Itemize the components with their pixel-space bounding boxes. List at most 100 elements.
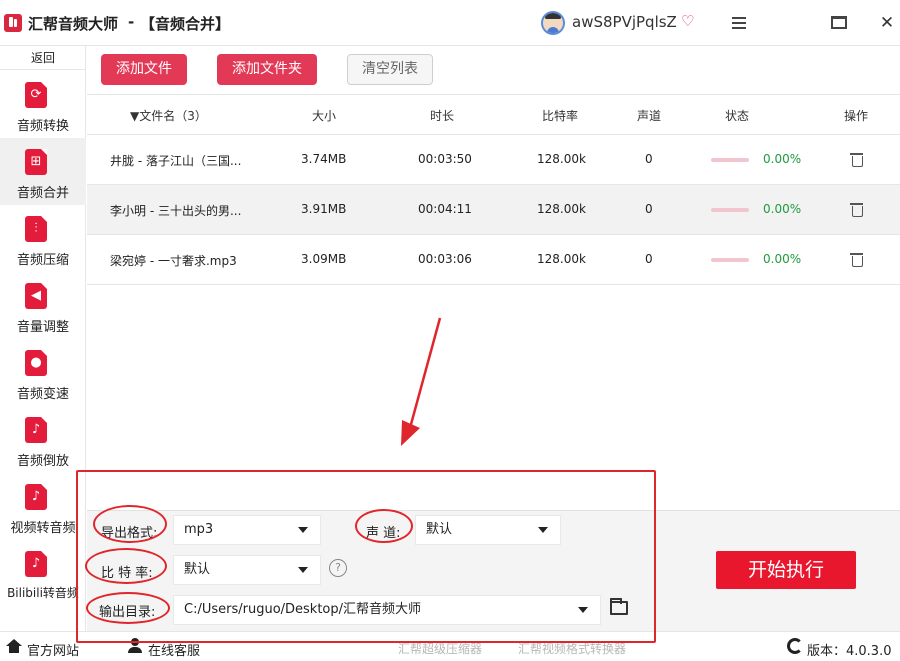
bitrate-label: 比 特 率: bbox=[101, 566, 153, 581]
back-button[interactable]: 返回 bbox=[0, 46, 86, 70]
cell-bitrate: 128.00k bbox=[537, 252, 586, 266]
status-percent: 0.00% bbox=[763, 202, 802, 216]
format-select[interactable]: mp3 bbox=[173, 515, 321, 545]
output-path-value: C:/Users/ruguo/Desktop/汇帮音频大师 bbox=[184, 602, 422, 617]
header-bitrate: 比特率 bbox=[542, 109, 579, 123]
sidebar-item-3[interactable]: ⫶ 音频压缩 bbox=[0, 205, 86, 272]
sidebar-item-4[interactable]: ◀ 音量调整 bbox=[0, 272, 86, 339]
sidebar-item-5[interactable]: ● 音频变速 bbox=[0, 339, 86, 406]
sidebar: 返回 ⟳ 音频转换 ⊞ 音频合并 ⫶ 音频压缩 ◀ 音量调整 ● 音频变速 ♪ 音频倒放 ♪ 视频转音频 ♪… bbox=[0, 46, 86, 631]
title-separator: - bbox=[128, 13, 135, 31]
volume-icon: ◀ bbox=[25, 283, 47, 309]
table-row[interactable]: 梁宛婷 - 一寸奢求.mp3 3.09MB 00:03:06 128.00k 0 0.00… bbox=[87, 235, 900, 285]
cell-channels: 0 bbox=[645, 202, 653, 216]
header-size: 大小 bbox=[312, 109, 337, 123]
sidebar-item-8[interactable]: ♪ Bilibili转音频 bbox=[0, 540, 86, 607]
chevron-down-icon bbox=[578, 607, 588, 613]
status-percent: 0.00% bbox=[763, 152, 802, 166]
sidebar-item-label: 音频变速 bbox=[16, 387, 69, 402]
cell-bitrate: 128.00k bbox=[537, 152, 586, 166]
promo-compressor-link[interactable]: 汇帮超级压缩器 bbox=[398, 640, 482, 657]
refresh-icon[interactable] bbox=[787, 638, 803, 654]
start-button[interactable]: 开始执行 bbox=[716, 551, 856, 589]
microphone-icon: ● bbox=[25, 350, 47, 376]
progress-bar bbox=[711, 208, 749, 212]
home-icon[interactable] bbox=[6, 639, 22, 654]
progress-bar bbox=[711, 258, 749, 262]
support-icon[interactable] bbox=[127, 638, 143, 654]
cell-size: 3.09MB bbox=[301, 252, 347, 266]
sidebar-item-label: 音频压缩 bbox=[16, 253, 69, 268]
user-avatar[interactable] bbox=[541, 11, 565, 35]
trash-icon[interactable] bbox=[850, 252, 863, 267]
output-path-field[interactable]: C:/Users/ruguo/Desktop/汇帮音频大师 bbox=[173, 595, 601, 625]
app-logo-icon bbox=[4, 14, 22, 32]
sidebar-item-label: 音量调整 bbox=[16, 320, 69, 335]
cell-duration: 00:04:11 bbox=[418, 202, 472, 216]
bitrate-select[interactable]: 默认 bbox=[173, 555, 321, 585]
username[interactable]: awS8PVjPqlsZ bbox=[572, 13, 677, 31]
table-row[interactable]: 井胧 - 落子江山（三国... 3.74MB 00:03:50 128.00k 0 0.0… bbox=[87, 135, 900, 185]
audio-compress-icon: ⫶ bbox=[25, 216, 47, 242]
sidebar-item-7[interactable]: ♪ 视频转音频 bbox=[0, 473, 86, 540]
chevron-down-icon bbox=[298, 527, 308, 533]
close-icon[interactable]: ✕ bbox=[874, 10, 900, 36]
sidebar-item-label: 视频转音频 bbox=[10, 521, 76, 536]
cell-channels: 0 bbox=[645, 152, 653, 166]
add-folder-button[interactable]: 添加文件夹 bbox=[217, 54, 317, 85]
sidebar-item-2[interactable]: ⊞ 音频合并 bbox=[0, 138, 86, 205]
cell-duration: 00:03:06 bbox=[418, 252, 472, 266]
sidebar-item-1[interactable]: ⟳ 音频转换 bbox=[0, 71, 86, 138]
status-bar: 官方网站 在线客服 汇帮超级压缩器 汇帮视频格式转换器 版本：4.0.3.0 bbox=[0, 631, 900, 661]
format-label: 导出格式: bbox=[101, 526, 158, 541]
settings-panel: 导出格式: mp3 声 道: 默认 比 特 率: 默认 ? 输出目录: C:/U… bbox=[87, 510, 900, 631]
cell-name: 李小明 - 三十出头的男... bbox=[110, 204, 242, 218]
trash-icon[interactable] bbox=[850, 152, 863, 167]
header-channels: 声道 bbox=[637, 109, 662, 123]
audio-merge-icon: ⊞ bbox=[25, 149, 47, 175]
trash-icon[interactable] bbox=[850, 202, 863, 217]
output-label: 输出目录: bbox=[99, 605, 156, 620]
page-title: 【音频合并】 bbox=[140, 15, 231, 33]
table-row[interactable]: 李小明 - 三十出头的男... 3.91MB 00:04:11 128.00k 0 0.0… bbox=[87, 185, 900, 235]
cell-channels: 0 bbox=[645, 252, 653, 266]
title-bar: 汇帮音频大师 - 【音频合并】 awS8PVjPqlsZ ♡ ✕ bbox=[0, 0, 900, 46]
header-filename[interactable]: ▼文件名（3） bbox=[130, 107, 207, 124]
cell-size: 3.74MB bbox=[301, 152, 347, 166]
clear-list-button[interactable]: 清空列表 bbox=[347, 54, 433, 85]
sidebar-item-label: 音频倒放 bbox=[16, 454, 69, 469]
support-link[interactable]: 在线客服 bbox=[148, 640, 200, 659]
progress-bar bbox=[711, 158, 749, 162]
channel-label: 声 道: bbox=[366, 526, 401, 541]
cell-duration: 00:03:50 bbox=[418, 152, 472, 166]
sidebar-item-6[interactable]: ♪ 音频倒放 bbox=[0, 406, 86, 473]
file-table: ▼文件名（3） 大小 时长 比特率 声道 状态 操作 井胧 - 落子江山（三国.… bbox=[87, 94, 900, 510]
help-icon[interactable]: ? bbox=[329, 559, 347, 577]
app-title: 汇帮音频大师 bbox=[28, 15, 119, 33]
version-text: 版本：4.0.3.0 bbox=[807, 644, 892, 659]
channel-select[interactable]: 默认 bbox=[415, 515, 561, 545]
menu-icon[interactable] bbox=[726, 10, 752, 36]
vip-heart-icon[interactable]: ♡ bbox=[681, 12, 694, 30]
audio-convert-icon: ⟳ bbox=[25, 82, 47, 108]
cell-bitrate: 128.00k bbox=[537, 202, 586, 216]
video-to-audio-icon: ♪ bbox=[25, 484, 47, 510]
add-file-button[interactable]: 添加文件 bbox=[101, 54, 187, 85]
chevron-down-icon bbox=[298, 567, 308, 573]
header-duration: 时长 bbox=[430, 109, 455, 123]
header-actions: 操作 bbox=[844, 109, 869, 123]
cell-name: 井胧 - 落子江山（三国... bbox=[110, 154, 242, 168]
format-value: mp3 bbox=[184, 522, 214, 537]
bitrate-value: 默认 bbox=[184, 562, 211, 577]
promo-video-converter-link[interactable]: 汇帮视频格式转换器 bbox=[518, 640, 626, 657]
sidebar-item-label: Bilibili转音频 bbox=[7, 586, 79, 600]
chevron-down-icon bbox=[538, 527, 548, 533]
bilibili-icon: ♪ bbox=[25, 551, 47, 577]
cell-name: 梁宛婷 - 一寸奢求.mp3 bbox=[110, 254, 237, 268]
website-link[interactable]: 官方网站 bbox=[27, 640, 79, 659]
folder-icon[interactable] bbox=[610, 598, 628, 615]
maximize-icon[interactable] bbox=[826, 10, 852, 36]
sidebar-item-label: 音频转换 bbox=[16, 119, 69, 134]
cell-size: 3.91MB bbox=[301, 202, 347, 216]
header-status: 状态 bbox=[725, 109, 750, 123]
